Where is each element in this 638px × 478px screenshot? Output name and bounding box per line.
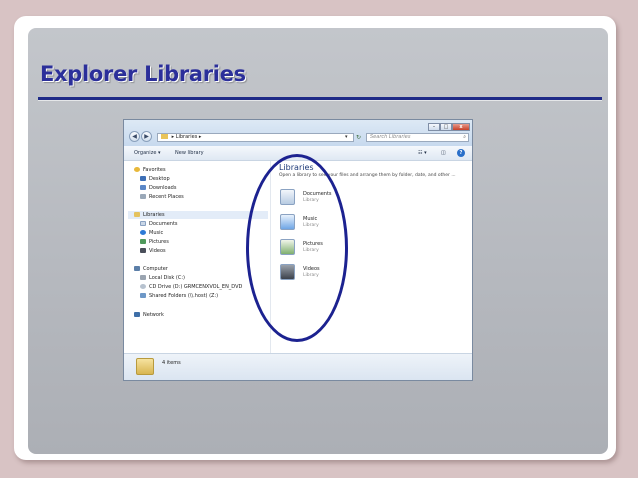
- navigation-pane: Favorites Desktop Downloads Recent Place…: [124, 161, 271, 353]
- nav-local-disk[interactable]: Local Disk (C:): [140, 274, 185, 282]
- nav-desktop[interactable]: Desktop: [140, 175, 170, 183]
- title-underline: [38, 97, 602, 100]
- computer-icon: [134, 266, 140, 271]
- search-input[interactable]: Search Libraries ⌕: [366, 133, 469, 142]
- help-icon[interactable]: ?: [457, 149, 465, 157]
- forward-arrow-icon: ▶: [144, 133, 149, 140]
- nav-recent-places[interactable]: Recent Places: [140, 193, 184, 201]
- nav-music[interactable]: Music: [140, 229, 163, 237]
- nav-documents[interactable]: Documents: [140, 220, 178, 228]
- command-bar: Organize ▾ New library ☷ ▾ ◫ ?: [124, 146, 472, 161]
- address-separator-icon: ▸: [171, 134, 175, 140]
- cd-drive-icon: [140, 284, 146, 289]
- views-icon[interactable]: ☷ ▾: [418, 150, 427, 156]
- refresh-icon[interactable]: ↻: [356, 133, 361, 142]
- videos-icon: [140, 248, 146, 253]
- nav-libraries[interactable]: Libraries: [128, 211, 268, 219]
- nav-shared-folders[interactable]: Shared Folders (\\.host) (Z:): [140, 292, 218, 300]
- explorer-window: – □ x ◀ ▶ ▸ Libraries ▸ ▾ ↻ Search Libra…: [123, 119, 473, 381]
- music-library-icon: [280, 214, 295, 230]
- documents-library-icon: [280, 189, 295, 205]
- pictures-library-icon: [280, 239, 295, 255]
- libraries-heading: Libraries: [279, 163, 314, 172]
- network-drive-icon: [140, 293, 146, 298]
- nav-network[interactable]: Network: [134, 311, 164, 319]
- search-icon[interactable]: ⌕: [463, 134, 466, 141]
- downloads-icon: [140, 185, 146, 190]
- library-pictures[interactable]: Pictures Library: [280, 239, 400, 259]
- content-pane: Libraries Open a library to see your fil…: [271, 161, 472, 353]
- address-path[interactable]: Libraries: [176, 134, 198, 140]
- network-icon: [134, 312, 140, 317]
- maximize-button[interactable]: □: [440, 123, 452, 131]
- details-pane: 4 items: [124, 353, 472, 380]
- search-placeholder: Search Libraries: [370, 134, 411, 140]
- videos-library-icon: [280, 264, 295, 280]
- new-library-button[interactable]: New library: [175, 150, 204, 156]
- library-music[interactable]: Music Library: [280, 214, 400, 234]
- libraries-large-icon: [136, 358, 154, 375]
- nav-videos[interactable]: Videos: [140, 247, 166, 255]
- close-button[interactable]: x: [452, 123, 470, 131]
- forward-button[interactable]: ▶: [141, 131, 152, 142]
- nav-computer[interactable]: Computer: [134, 265, 168, 273]
- pictures-icon: [140, 239, 146, 244]
- slide-title: Explorer Libraries: [40, 62, 246, 86]
- address-dropdown-icon[interactable]: ▾: [345, 133, 348, 142]
- library-documents[interactable]: Documents Library: [280, 189, 400, 209]
- nav-pictures[interactable]: Pictures: [140, 238, 169, 246]
- window-titlebar: – □ x ◀ ▶ ▸ Libraries ▸ ▾ ↻ Search Libra…: [124, 120, 472, 146]
- hard-drive-icon: [140, 275, 146, 280]
- minimize-button[interactable]: –: [428, 123, 440, 131]
- desktop-icon: [140, 176, 146, 181]
- documents-icon: [140, 221, 146, 226]
- organize-menu[interactable]: Organize ▾: [134, 150, 161, 156]
- libraries-folder-icon: [161, 134, 168, 139]
- preview-pane-icon[interactable]: ◫: [441, 150, 446, 156]
- recent-places-icon: [140, 194, 146, 199]
- back-arrow-icon: ◀: [132, 133, 137, 140]
- nav-favorites[interactable]: Favorites: [134, 166, 166, 174]
- nav-downloads[interactable]: Downloads: [140, 184, 176, 192]
- star-icon: [134, 167, 140, 172]
- item-count: 4 items: [162, 360, 181, 366]
- music-icon: [140, 230, 146, 235]
- nav-cd-drive[interactable]: CD Drive (D:) GRMCENXVOL_EN_DVD: [140, 283, 242, 291]
- back-button[interactable]: ◀: [129, 131, 140, 142]
- address-bar[interactable]: ▸ Libraries ▸: [157, 133, 354, 142]
- address-chevron-icon[interactable]: ▸: [199, 134, 202, 140]
- libraries-subtitle: Open a library to see your files and arr…: [279, 173, 456, 178]
- libraries-icon: [134, 212, 140, 217]
- library-videos[interactable]: Videos Library: [280, 264, 400, 284]
